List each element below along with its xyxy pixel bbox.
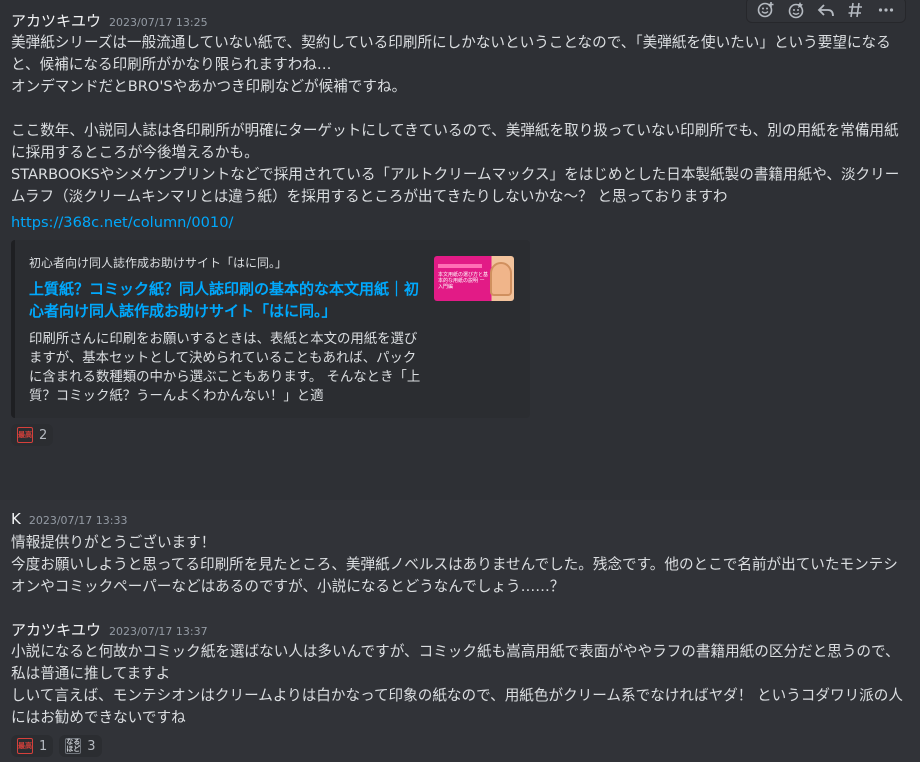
reaction-count: 2 xyxy=(39,427,48,443)
reaction-count: 1 xyxy=(39,738,48,754)
message-timestamp: 2023/07/17 13:25 xyxy=(109,16,208,29)
author-name[interactable]: K xyxy=(11,510,21,528)
message-header: アカツキユウ 2023/07/17 13:37 xyxy=(11,619,906,641)
message-content: 情報提供りがとうございます！ 今度お願いしようと思ってる印刷所を見たところ、美弾… xyxy=(11,534,898,595)
message-group[interactable]: アカツキユウ 2023/07/17 13:37 小説になると何故かコミック紙を選… xyxy=(0,619,920,757)
thumbnail-text: 本文用紙の選び方と基本的な用紙の説明 ー入門編 xyxy=(438,272,489,290)
reaction-button[interactable]: 最高 1 xyxy=(11,735,54,757)
more-icon[interactable] xyxy=(871,0,901,22)
reactions: 最高 1 なるほど 3 xyxy=(11,735,906,757)
thumbnail-character xyxy=(490,262,512,296)
message-toolbar xyxy=(746,0,906,23)
reply-icon[interactable] xyxy=(811,0,841,22)
stamp-emoji: 最高 xyxy=(17,738,33,754)
message-group[interactable]: アカツキユウ 2023/07/17 13:25 美弾紙シリーズは一般流通していな… xyxy=(0,0,920,500)
message-link[interactable]: https://368c.net/column/0010/ xyxy=(11,212,906,234)
author-name[interactable]: アカツキユウ xyxy=(11,10,101,31)
embed-title[interactable]: 上質紙？コミック紙？同人誌印刷の基本的な本文用紙｜初心者向け同人誌作成お助けサイ… xyxy=(29,278,429,322)
chat-messages: アカツキユウ 2023/07/17 13:25 美弾紙シリーズは一般流通していな… xyxy=(0,0,920,762)
thumbnail-bar xyxy=(438,264,482,268)
message-content: 小説になると何故かコミック紙を選ばない人は多いんですが、コミック紙も嵩高用紙で表… xyxy=(11,643,903,726)
message-group[interactable]: K 2023/07/17 13:33 情報提供りがとうございます！ 今度お願いし… xyxy=(0,510,920,598)
embed-thumbnail[interactable]: 本文用紙の選び方と基本的な用紙の説明 ー入門編 xyxy=(434,256,514,301)
message-header: K 2023/07/17 13:33 xyxy=(11,510,906,532)
reaction-button[interactable]: なるほど 3 xyxy=(59,735,102,757)
stamp-emoji: 最高 xyxy=(17,427,33,443)
reaction-button[interactable]: 最高 2 xyxy=(11,424,54,446)
text-stamp-emoji: なるほど xyxy=(65,738,82,754)
reactions: 最高 2 xyxy=(11,424,906,446)
message-timestamp: 2023/07/17 13:33 xyxy=(28,514,128,527)
link-embed: 初心者向け同人誌作成お助けサイト「はに同。」 上質紙？コミック紙？同人誌印刷の基… xyxy=(11,240,530,418)
reaction-count: 3 xyxy=(87,738,96,754)
message-timestamp: 2023/07/17 13:37 xyxy=(109,625,208,638)
super-reaction-icon[interactable] xyxy=(781,0,811,22)
add-reaction-icon[interactable] xyxy=(751,0,781,22)
message-content: 美弾紙シリーズは一般流通していない紙で、契約している印刷所にしかないということな… xyxy=(11,34,900,205)
embed-description: 印刷所さんに印刷をお願いするときは、表紙と本文の用紙を選びますが、基本セットとし… xyxy=(29,332,421,404)
author-name[interactable]: アカツキユウ xyxy=(11,619,101,640)
thread-icon[interactable] xyxy=(841,0,871,22)
